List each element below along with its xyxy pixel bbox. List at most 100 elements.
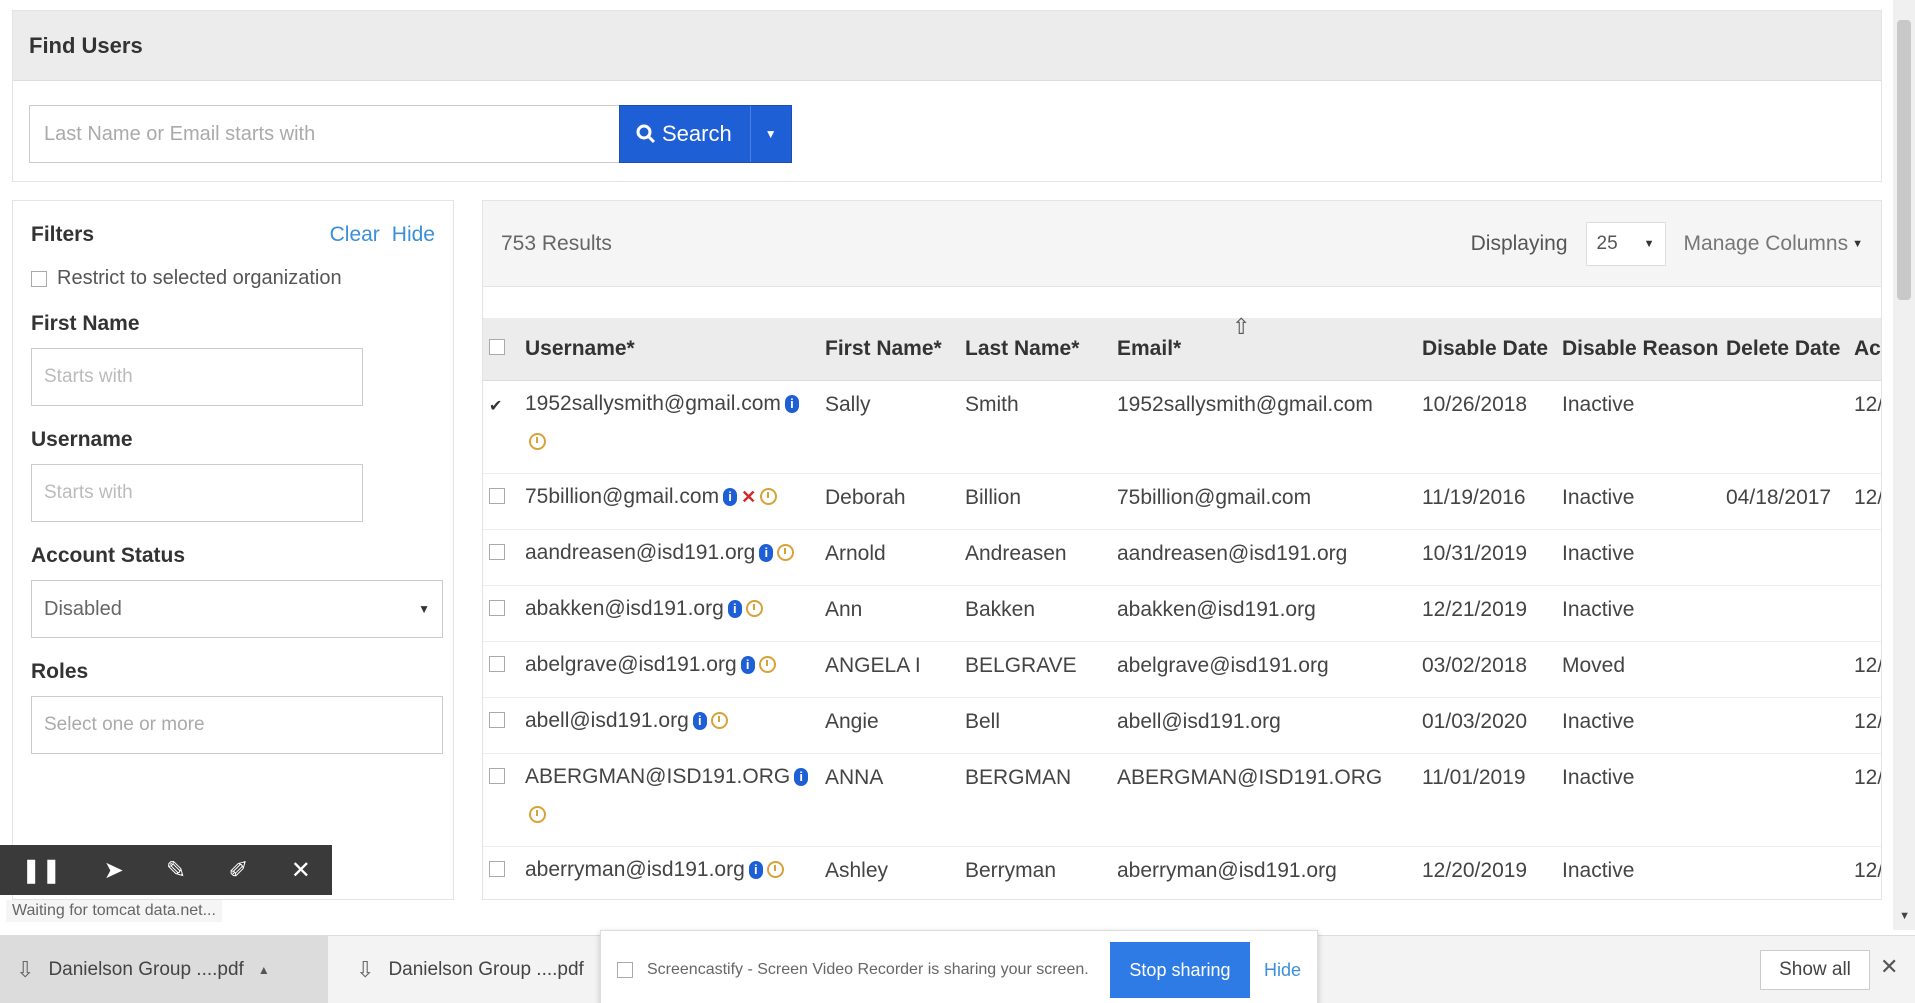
table-row[interactable]: ✔ 1952sallysmith@gmail.com i Sally Smith 1952…: [483, 380, 1881, 474]
username-cell[interactable]: abell@isd191.org: [525, 709, 689, 732]
last-name-cell: BELGRAVE: [959, 641, 1111, 698]
username-cell[interactable]: 75billion@gmail.com: [525, 485, 719, 508]
username-cell[interactable]: abakken@isd191.org: [525, 597, 724, 620]
search-input[interactable]: [29, 105, 619, 163]
account-status-select[interactable]: Disabled ▼: [31, 580, 443, 638]
table-row[interactable]: ABERGMAN@ISD191.ORG i ANNA BERGMAN ABERGMAN@…: [483, 753, 1881, 847]
row-checkbox[interactable]: [489, 543, 505, 560]
clear-filters-link[interactable]: Clear: [330, 223, 380, 247]
column-header[interactable]: Username*: [519, 318, 819, 381]
hide-filters-link[interactable]: Hide: [392, 223, 435, 247]
stop-sharing-button[interactable]: Stop sharing: [1109, 942, 1250, 998]
row-checkbox[interactable]: [489, 711, 505, 728]
clock-icon[interactable]: [745, 600, 763, 618]
column-header[interactable]: Disable Date: [1416, 318, 1556, 381]
close-icon[interactable]: ✕: [291, 856, 311, 885]
disable-reason-cell: Inactive: [1556, 529, 1720, 586]
table-row[interactable]: aberryman@isd191.org i Ashley Berryman aberr…: [483, 846, 1881, 899]
last-name-cell: Billion: [959, 473, 1111, 530]
clock-icon[interactable]: [760, 488, 778, 506]
show-all-downloads-button[interactable]: Show all: [1760, 950, 1870, 990]
clock-icon[interactable]: [766, 861, 784, 879]
clock-icon[interactable]: [777, 544, 795, 562]
pointer-icon[interactable]: ➤: [104, 856, 124, 885]
disable-reason-cell: Moved: [1556, 641, 1720, 698]
pen-icon[interactable]: ✎: [166, 856, 186, 885]
chevron-up-icon[interactable]: ▲: [258, 963, 270, 977]
clock-icon[interactable]: [529, 433, 546, 451]
search-button[interactable]: Search ▼: [619, 105, 792, 163]
roles-placeholder: Select one or more: [44, 714, 205, 735]
info-icon[interactable]: i: [759, 543, 774, 562]
page-size-select[interactable]: 25 ▼: [1585, 221, 1666, 266]
screencastify-icon: [617, 962, 633, 978]
download-file-icon: ⇩: [16, 957, 35, 982]
column-header[interactable]: Last Name*: [959, 318, 1111, 381]
info-icon[interactable]: i: [748, 860, 763, 879]
ac-cell: 12/: [1848, 380, 1881, 474]
row-checkbox[interactable]: [489, 599, 505, 616]
username-cell[interactable]: 1952sallysmith@gmail.com: [525, 392, 781, 415]
clock-icon[interactable]: [710, 712, 728, 730]
page-scrollbar[interactable]: ▼: [1893, 0, 1915, 930]
delete-date-cell: 04/18/2017: [1720, 473, 1848, 530]
clock-icon[interactable]: [529, 806, 546, 824]
scrollbar-thumb[interactable]: [1897, 20, 1911, 300]
username-cell[interactable]: aandreasen@isd191.org: [525, 541, 755, 564]
info-icon[interactable]: i: [740, 655, 755, 674]
row-checkbox[interactable]: [489, 767, 505, 784]
marker-icon[interactable]: ✐: [228, 856, 248, 885]
column-header[interactable]: Ac: [1848, 318, 1881, 381]
first-name-input[interactable]: [31, 348, 363, 406]
column-header[interactable]: Email*: [1111, 318, 1416, 381]
table-header-row: Username* First Name* Last Name* Email* …: [483, 318, 1881, 381]
pause-icon[interactable]: ❚❚: [21, 856, 61, 885]
ac-cell: 12/: [1848, 473, 1881, 530]
first-name-cell: Sally: [819, 380, 959, 474]
roles-select[interactable]: Select one or more: [31, 696, 443, 754]
column-header[interactable]: First Name*: [819, 318, 959, 381]
scroll-down-arrow-icon[interactable]: ▼: [1899, 910, 1910, 922]
email-cell: abakken@isd191.org: [1111, 585, 1416, 642]
find-users-title: Find Users: [13, 11, 1881, 81]
restrict-checkbox[interactable]: [31, 270, 47, 287]
table-row[interactable]: abakken@isd191.org i Ann Bakken abakken@isd1…: [483, 585, 1881, 642]
hide-banner-link[interactable]: Hide: [1264, 960, 1301, 981]
displaying-label: Displaying: [1470, 231, 1568, 255]
info-icon[interactable]: i: [794, 767, 809, 786]
email-cell: aandreasen@isd191.org: [1111, 529, 1416, 586]
download-item[interactable]: ⇩ Danielson Group ....pdf ▲: [0, 936, 328, 1003]
column-header[interactable]: Disable Reason: [1556, 318, 1720, 381]
info-icon[interactable]: i: [727, 599, 742, 618]
close-icon[interactable]: ✕: [741, 487, 756, 507]
delete-date-cell: [1720, 753, 1848, 847]
download-item[interactable]: ⇩ Danielson Group ....pdf: [340, 936, 600, 1003]
clock-icon[interactable]: [758, 656, 776, 674]
search-dropdown-caret-icon[interactable]: ▼: [751, 106, 791, 162]
row-checkbox[interactable]: ✔: [489, 398, 502, 415]
table-row[interactable]: abelgrave@isd191.org i ANGELA I BELGRAVE abe…: [483, 641, 1881, 698]
manage-columns-button[interactable]: Manage Columns ▼: [1684, 232, 1863, 256]
column-header[interactable]: Delete Date: [1720, 318, 1848, 381]
username-cell[interactable]: aberryman@isd191.org: [525, 858, 745, 881]
table-row[interactable]: 75billion@gmail.com i ✕ Deborah Billion 75bil…: [483, 473, 1881, 530]
close-icon[interactable]: ✕: [1880, 954, 1898, 980]
table-row[interactable]: abell@isd191.org i Angie Bell abell@isd191.o…: [483, 697, 1881, 754]
select-all-checkbox[interactable]: [489, 338, 505, 355]
info-icon[interactable]: i: [723, 487, 738, 506]
first-name-cell: ANNA: [819, 753, 959, 847]
info-icon[interactable]: i: [784, 394, 799, 413]
table-row[interactable]: aandreasen@isd191.org i Arnold Andreasen aan…: [483, 529, 1881, 586]
row-checkbox[interactable]: [489, 860, 505, 877]
username-cell[interactable]: abelgrave@isd191.org: [525, 653, 737, 676]
row-checkbox[interactable]: [489, 655, 505, 672]
username-cell[interactable]: ABERGMAN@ISD191.ORG: [525, 765, 790, 788]
info-icon[interactable]: i: [692, 711, 707, 730]
email-cell: ABERGMAN@ISD191.ORG: [1111, 753, 1416, 847]
ac-cell: 12/: [1848, 753, 1881, 847]
download-filename: Danielson Group ....pdf: [48, 959, 244, 980]
username-input[interactable]: [31, 464, 363, 522]
delete-date-cell: [1720, 529, 1848, 586]
row-checkbox[interactable]: [489, 487, 505, 504]
account-status-label: Account Status: [31, 544, 186, 567]
